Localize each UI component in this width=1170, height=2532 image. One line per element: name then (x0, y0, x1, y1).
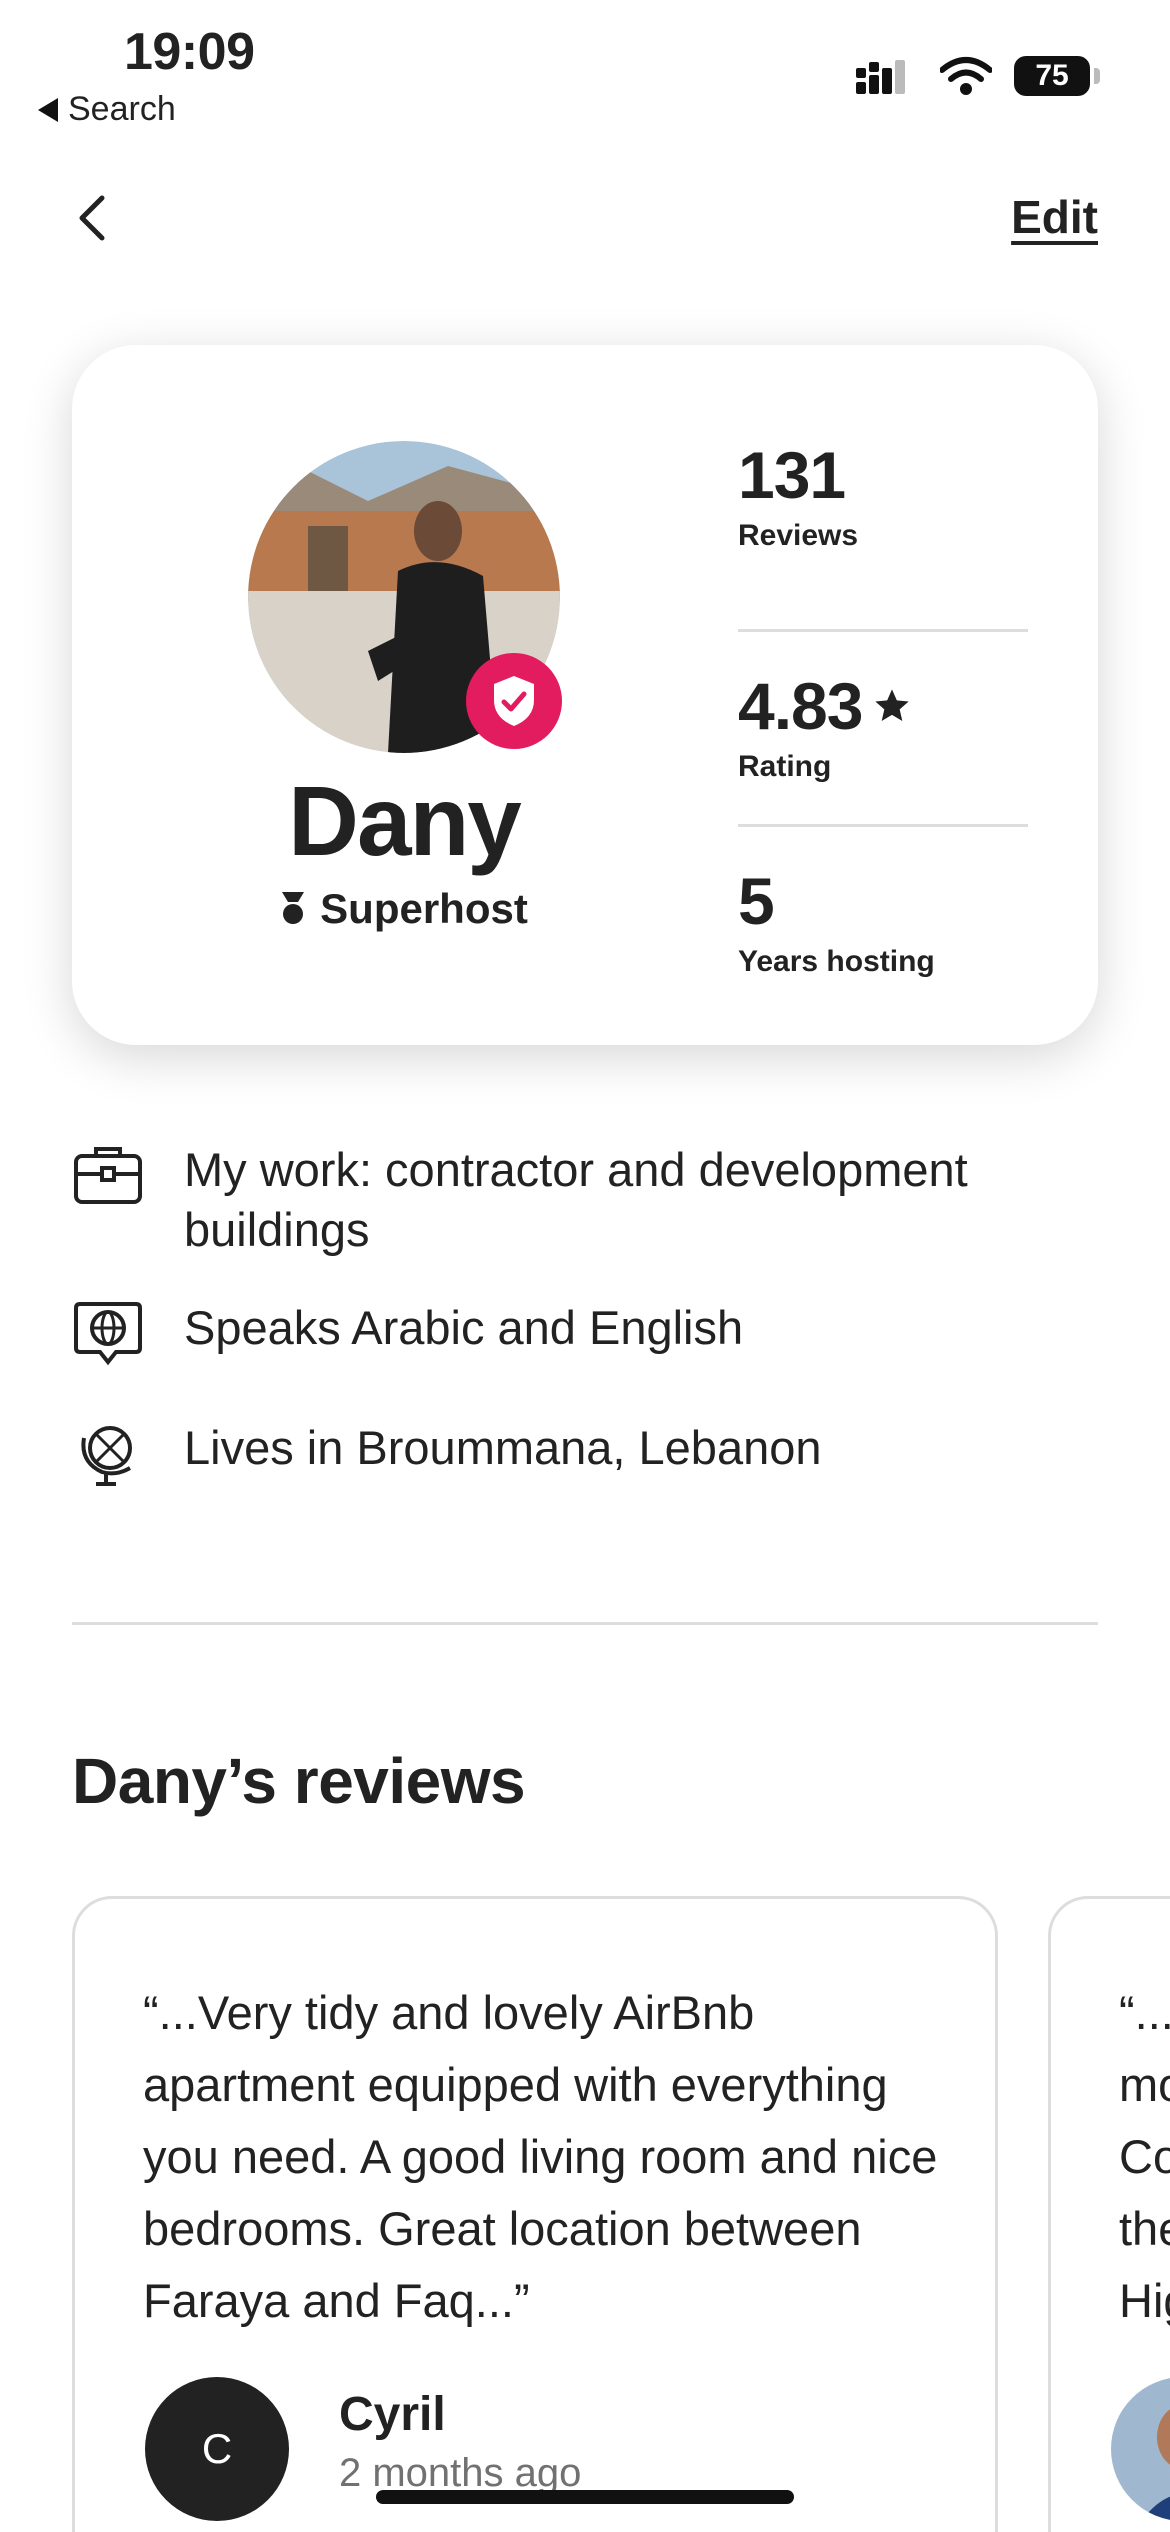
stat-reviews-value: 131 (738, 438, 846, 512)
status-time: 19:09 (124, 23, 255, 81)
info-location-text: Lives in Broummana, Lebanon (184, 1421, 822, 1474)
section-divider (72, 1622, 1098, 1625)
battery-icon: 75 (1014, 56, 1100, 96)
stat-years-value: 5 (738, 864, 775, 938)
host-stats: 131 Reviews 4.83 Rating 5 Years hosting (738, 437, 1028, 1022)
review-card[interactable]: “...Very tidy and lovely AirBnb apartmen… (72, 1896, 998, 2532)
stat-rating-label: Rating (738, 750, 832, 783)
stat-years-hosting: 5 Years hosting (738, 827, 1028, 1022)
back-triangle-icon (38, 97, 58, 122)
reviewer-name: Cyril (339, 2388, 446, 2441)
host-avatar-wrap[interactable] (248, 441, 562, 753)
stat-rating-value: 4.83 (738, 669, 863, 743)
edit-button[interactable]: Edit (1011, 190, 1098, 244)
host-profile-card: Dany Superhost 131 Reviews 4.83 Rating 5… (72, 345, 1098, 1045)
reviewer-avatar-photo[interactable] (1111, 2377, 1170, 2521)
status-icons: 75 (856, 56, 1100, 96)
verified-shield-icon (466, 653, 562, 749)
superhost-badge: Superhost (72, 885, 736, 933)
review-text: “...Very tidy and lovely AirBnb apartmen… (143, 1986, 938, 2327)
review-peek-line: Co (1119, 2130, 1170, 2183)
briefcase-icon (74, 1147, 142, 1204)
reviews-section-title: Dany’s reviews (72, 1745, 526, 1817)
review-peek-line: “...V (1119, 1986, 1170, 2039)
back-chevron-icon[interactable] (70, 190, 114, 246)
info-work: My work: contractor and development buil… (72, 1140, 1004, 1260)
stat-years-label: Years hosting (738, 945, 935, 978)
battery-level: 75 (1035, 59, 1069, 92)
review-peek-line: mo (1119, 2058, 1170, 2111)
info-languages: Speaks Arabic and English (72, 1298, 1004, 1370)
review-card-next[interactable]: “...V mo Co the Hig (1048, 1896, 1170, 2532)
reviewer-avatar[interactable]: C (145, 2377, 289, 2521)
superhost-label: Superhost (320, 885, 528, 932)
superhost-medal-icon (282, 892, 305, 924)
globe-speech-icon (74, 1302, 142, 1366)
back-to-search-label: Search (68, 90, 176, 128)
info-work-text: My work: contractor and development buil… (184, 1143, 968, 1256)
stat-rating: 4.83 Rating (738, 632, 1028, 827)
star-icon (875, 689, 910, 721)
info-location: Lives in Broummana, Lebanon (72, 1418, 1004, 1490)
back-to-search-link[interactable]: Search (38, 90, 176, 129)
stat-reviews-label: Reviews (738, 519, 859, 552)
stat-reviews: 131 Reviews (738, 437, 1028, 632)
home-indicator[interactable] (376, 2490, 794, 2504)
cellular-signal-icon (856, 60, 905, 94)
host-name: Dany (288, 766, 522, 876)
review-peek-line: the (1119, 2202, 1170, 2255)
review-text-peek: “...V mo Co the Hig (1119, 1977, 1170, 2337)
review-peek-line: Hig (1119, 2274, 1170, 2327)
info-languages-text: Speaks Arabic and English (184, 1301, 744, 1354)
globe-stand-icon (81, 1426, 132, 1486)
host-profile-screen: 19:09 Search 75 Edit Dany Superhost 131 … (0, 0, 1170, 2532)
wifi-icon (940, 57, 992, 95)
